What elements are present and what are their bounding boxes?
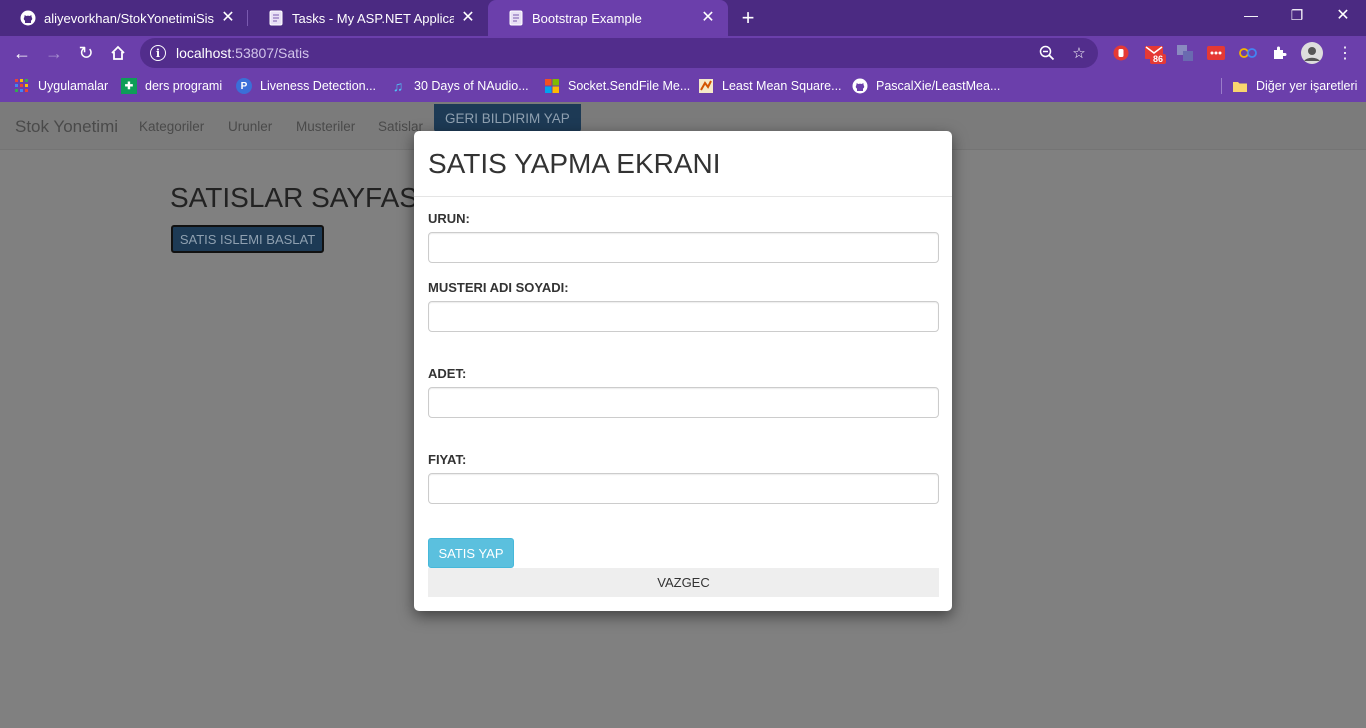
puzzle-extensions-icon[interactable] (1270, 44, 1288, 62)
bookmark-item[interactable]: ✚ ders programi (121, 76, 222, 96)
bookmark-star-icon[interactable]: ☆ (1070, 44, 1088, 62)
tab-title: aliyevorkhan/StokYonetimiSistemi (44, 10, 214, 26)
url-path: :53807/Satis (231, 45, 310, 61)
restore-icon[interactable]: ❐ (1274, 0, 1320, 30)
bookmark-label: Least Mean Square... (722, 79, 842, 93)
bookmark-item[interactable]: P Liveness Detection... (236, 76, 376, 96)
url-text: localhost:53807/Satis (176, 45, 309, 61)
product-input[interactable] (428, 232, 939, 263)
microsoft-logo-icon (544, 78, 560, 94)
github-icon (852, 78, 868, 94)
sale-modal: SATIS YAPMA EKRANI URUN: MUSTERI ADI SOY… (414, 131, 952, 611)
dots-extension-icon[interactable] (1207, 44, 1225, 62)
more-menu-icon[interactable]: ⋮ (1336, 44, 1354, 62)
bookmark-label: PascalXie/LeastMea... (876, 79, 1001, 93)
page-icon (268, 10, 284, 26)
page-icon (508, 10, 524, 26)
cancel-button[interactable]: VAZGEC (428, 568, 939, 597)
matlab-logo-icon (698, 78, 714, 94)
browser-tab[interactable]: aliyevorkhan/StokYonetimiSistemi ✕ (0, 0, 248, 36)
reload-icon[interactable]: ↻ (72, 39, 100, 67)
mail-badge: 86 (1150, 54, 1167, 64)
nav-link-kategoriler[interactable]: Kategoriler (139, 119, 204, 134)
close-tab-icon[interactable]: ✕ (460, 10, 476, 26)
close-tab-icon[interactable]: ✕ (220, 10, 236, 26)
green-sheet-icon: ✚ (121, 78, 137, 94)
bookmarks-bar: Uygulamalar ✚ ders programi P Liveness D… (0, 70, 1366, 102)
glasses-extension-icon[interactable] (1239, 44, 1257, 62)
folder-icon (1232, 78, 1248, 94)
brand-link[interactable]: Stok Yonetimi (15, 117, 118, 137)
bookmark-label: Uygulamalar (38, 79, 109, 93)
zoom-icon[interactable] (1038, 44, 1056, 62)
address-bar[interactable]: i localhost:53807/Satis ☆ (140, 38, 1098, 68)
browser-tab[interactable]: Tasks - My ASP.NET Application ✕ (248, 0, 488, 36)
other-bookmarks-label: Diğer yer işaretleri (1256, 79, 1358, 93)
customer-name-label: MUSTERI ADI SOYADI: (428, 280, 569, 295)
bookmark-label: 30 Days of NAudio... (414, 79, 529, 93)
apps-grid-icon (14, 78, 30, 94)
tab-title: Tasks - My ASP.NET Application (292, 10, 454, 26)
profile-avatar[interactable] (1301, 42, 1323, 64)
bookmark-item[interactable]: Uygulamalar (14, 76, 108, 96)
bookmark-label: Socket.SendFile Me... (568, 79, 691, 93)
bookmark-item[interactable]: ♫ 30 Days of NAudio... (390, 76, 529, 96)
p-logo-icon: P (236, 78, 252, 94)
site-info-icon[interactable]: i (150, 45, 166, 61)
bookmark-label: Liveness Detection... (260, 79, 377, 93)
hand-stop-extension-icon[interactable] (1112, 44, 1130, 62)
close-tab-icon[interactable]: ✕ (700, 10, 716, 26)
browser-tab-active[interactable]: Bootstrap Example ✕ (488, 0, 728, 36)
music-note-icon: ♫ (392, 78, 404, 94)
browser-toolbar: ← → ↻ i localhost:53807/Satis ☆ 86 ⋮ (0, 36, 1366, 70)
browser-tab-strip: aliyevorkhan/StokYonetimiSistemi ✕ Tasks… (0, 0, 1366, 36)
nav-link-urunler[interactable]: Urunler (228, 119, 272, 134)
url-host: localhost (176, 45, 232, 61)
price-input[interactable] (428, 473, 939, 504)
price-label: FIYAT: (428, 452, 467, 467)
bookmark-item[interactable]: PascalXie/LeastMea... (852, 76, 1000, 96)
forward-arrow-icon[interactable]: → (40, 39, 68, 67)
other-bookmarks[interactable]: Diğer yer işaretleri (1232, 76, 1357, 96)
bookmark-label: ders programi (145, 79, 223, 93)
bookmark-item[interactable]: Socket.SendFile Me... (544, 76, 690, 96)
start-sale-button[interactable]: SATIS ISLEMI BASLAT (171, 225, 324, 253)
quantity-label: ADET: (428, 366, 467, 381)
home-icon[interactable] (104, 39, 132, 67)
modal-header: SATIS YAPMA EKRANI (414, 131, 952, 197)
translate-extension-icon[interactable] (1176, 44, 1194, 62)
bookmarks-separator (1221, 78, 1222, 94)
product-label: URUN: (428, 211, 470, 226)
quantity-input[interactable] (428, 387, 939, 418)
github-icon (20, 10, 36, 26)
nav-link-musteriler[interactable]: Musteriler (296, 119, 355, 134)
new-tab-plus-icon[interactable]: + (736, 5, 760, 30)
page-title: SATISLAR SAYFASI (170, 182, 426, 213)
back-arrow-icon[interactable]: ← (8, 39, 36, 67)
feedback-button[interactable]: GERI BILDIRIM YAP (434, 104, 581, 132)
modal-title: SATIS YAPMA EKRANI (428, 148, 721, 179)
make-sale-button[interactable]: SATIS YAP (428, 538, 514, 568)
close-window-icon[interactable]: ✕ (1320, 0, 1366, 30)
tab-title: Bootstrap Example (532, 10, 642, 26)
minimize-icon[interactable]: — (1228, 0, 1274, 30)
customer-name-input[interactable] (428, 301, 939, 332)
bookmark-item[interactable]: Least Mean Square... (698, 76, 842, 96)
